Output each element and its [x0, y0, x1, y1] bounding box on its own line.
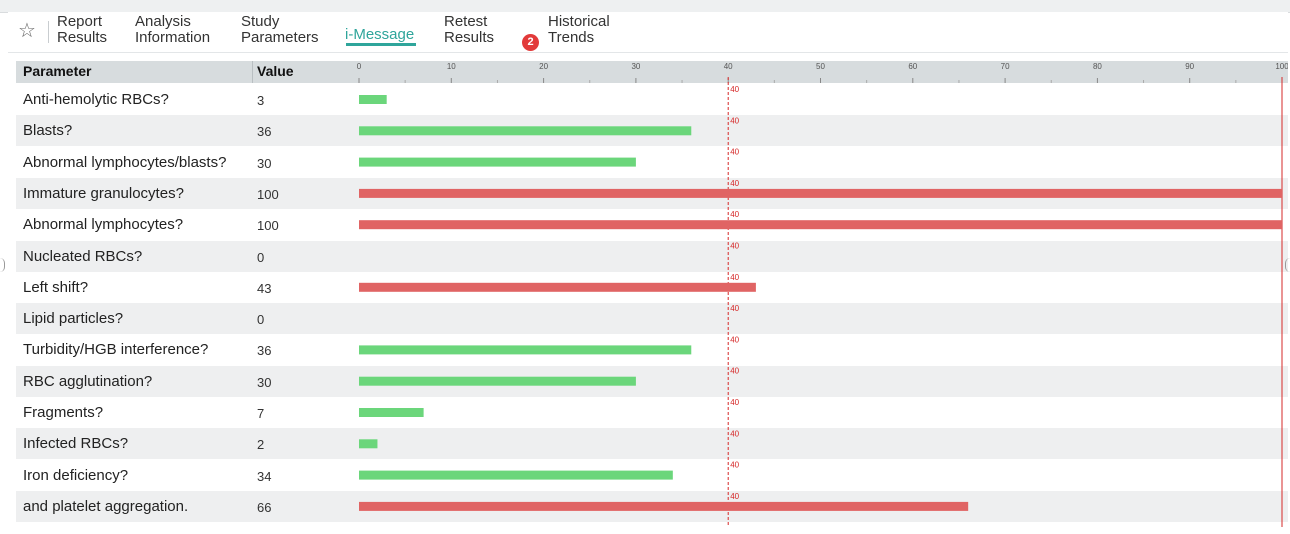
- tab-analysis-information[interactable]: Analysis Information: [135, 14, 210, 46]
- value-bar: [359, 345, 692, 355]
- right-collapse-handle[interactable]: [1285, 258, 1290, 272]
- threshold-label: 40: [730, 273, 739, 282]
- i-message-table: Parameter Value Anti-hemolytic RBCs? 3 Bla…: [16, 61, 1288, 531]
- tab-label-line1: Study: [241, 13, 280, 30]
- threshold-label: 40: [730, 461, 739, 470]
- value-bar: [359, 439, 378, 449]
- axis-tick-label: 90: [1185, 62, 1194, 71]
- axis-tick-label: 80: [1093, 62, 1102, 71]
- value-bar: [359, 126, 692, 136]
- tab-label-line1: Analysis: [135, 13, 191, 30]
- value-bar: [359, 95, 387, 104]
- value-bar: [359, 501, 969, 511]
- tab-label-line1: Report: [57, 13, 103, 30]
- tab-report-results[interactable]: Report Results: [57, 14, 107, 46]
- axis-tick-label: 30: [631, 62, 640, 71]
- tab-label-line1: i-Message: [345, 26, 415, 43]
- value-bar: [359, 376, 636, 386]
- threshold-label: 40: [730, 179, 739, 188]
- star-icon[interactable]: ☆: [18, 20, 38, 42]
- value-bar: [359, 282, 756, 292]
- tab-label-line2: Parameters: [241, 29, 319, 46]
- tab-label-line2: Results: [444, 29, 495, 46]
- tab-separator: [48, 21, 49, 43]
- threshold-label: 40: [730, 85, 739, 94]
- axis-tick-label: 0: [357, 62, 362, 71]
- threshold-label: 40: [730, 210, 739, 219]
- threshold-label: 40: [730, 367, 739, 376]
- threshold-label: 40: [730, 492, 739, 501]
- axis-tick-label: 60: [908, 62, 917, 71]
- threshold-label: 40: [730, 148, 739, 157]
- tab-i-message[interactable]: i-Message: [345, 27, 414, 43]
- axis-tick-label: 50: [816, 62, 825, 71]
- tab-label-line1: Retest: [444, 13, 488, 30]
- tab-bar: ☆ Report Results Analysis Information St…: [8, 12, 1288, 53]
- tab-label-line2: Results: [57, 29, 108, 46]
- value-bar: [359, 220, 1282, 230]
- historical-trends-badge: 2: [522, 34, 539, 51]
- threshold-label: 40: [730, 398, 739, 407]
- tab-label-line1: Historical: [548, 13, 610, 30]
- active-tab-indicator: [346, 43, 416, 46]
- axis-tick-label: 70: [1001, 62, 1010, 71]
- threshold-label: 40: [730, 335, 739, 344]
- threshold-label: 40: [730, 429, 739, 438]
- value-bar: [359, 157, 636, 167]
- axis-tick-label: 40: [724, 62, 733, 71]
- left-collapse-handle[interactable]: [0, 258, 5, 272]
- threshold-label: 40: [730, 242, 739, 251]
- value-bar: [359, 188, 1282, 198]
- value-bar: [359, 470, 673, 480]
- tab-label-line2: Trends: [548, 29, 595, 46]
- axis-tick-label: 100: [1275, 62, 1288, 71]
- value-bar: [359, 408, 424, 417]
- tab-historical-trends[interactable]: Historical Trends: [548, 14, 610, 46]
- threshold-label: 40: [730, 304, 739, 313]
- axis-tick-label: 20: [539, 62, 548, 71]
- axis-tick-label: 10: [447, 62, 456, 71]
- tab-label-line2: Information: [135, 29, 211, 46]
- tab-study-parameters[interactable]: Study Parameters: [241, 14, 319, 46]
- threshold-label: 40: [730, 116, 739, 125]
- tab-retest-results[interactable]: Retest Results: [444, 14, 494, 46]
- flag-bar-chart: 0 10 20 30 40 50 60 70 80 90 100 40 40 40 40 40 40 40 40 40…: [357, 62, 1288, 527]
